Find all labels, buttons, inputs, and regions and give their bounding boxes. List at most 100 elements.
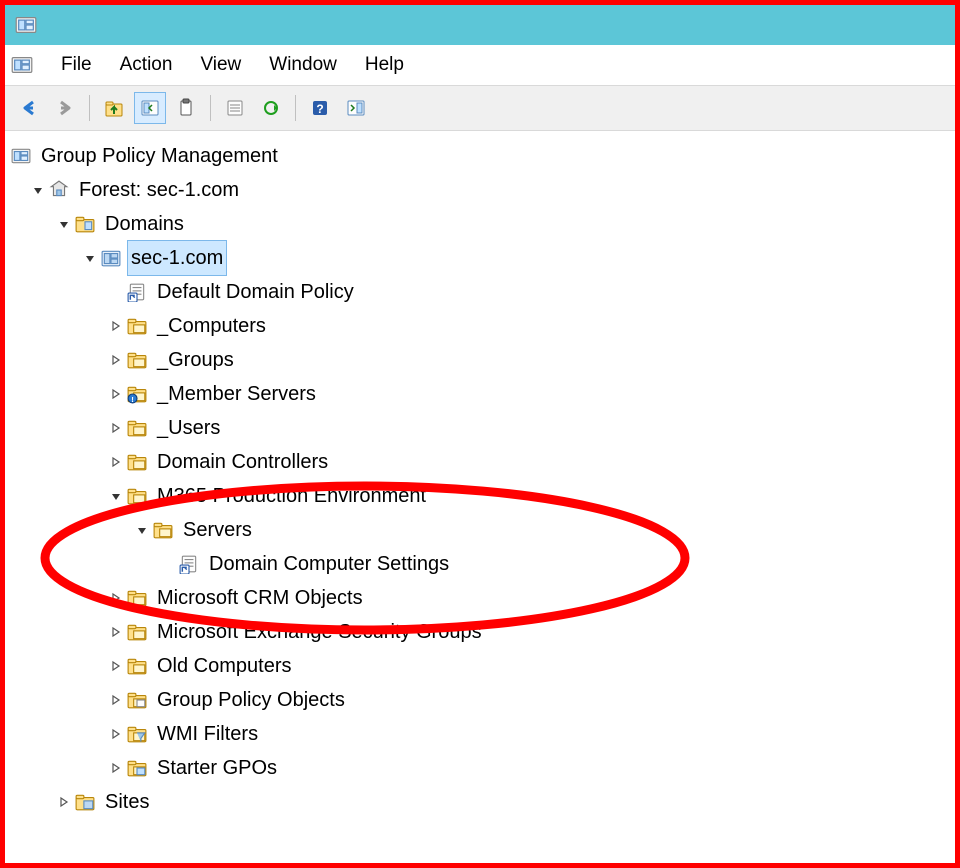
- clipboard-button[interactable]: [170, 92, 202, 124]
- tree-dc-label: Domain Controllers: [153, 444, 332, 480]
- ou-icon: [127, 588, 147, 608]
- chevron-right-icon[interactable]: [107, 419, 125, 437]
- ou-icon: [127, 656, 147, 676]
- app-icon: [15, 14, 37, 36]
- chevron-right-icon[interactable]: [55, 793, 73, 811]
- toolbar: [5, 86, 955, 131]
- ou-alert-icon: [127, 384, 147, 404]
- chevron-down-icon[interactable]: [55, 215, 73, 233]
- tree-ou-domain-controllers[interactable]: Domain Controllers: [11, 445, 949, 479]
- menu-window[interactable]: Window: [255, 48, 351, 82]
- menu-file[interactable]: File: [47, 48, 106, 82]
- domains-icon: [75, 214, 95, 234]
- navigation-tree[interactable]: Group Policy Management Forest: sec-1.co…: [5, 131, 955, 827]
- tree-ou-member-servers[interactable]: _Member Servers: [11, 377, 949, 411]
- chevron-down-icon[interactable]: [107, 487, 125, 505]
- ou-icon: [153, 520, 173, 540]
- tree-ou-exchange[interactable]: Microsoft Exchange Security Groups: [11, 615, 949, 649]
- console-icon: [11, 146, 31, 166]
- menu-bar: File Action View Window Help: [5, 45, 955, 86]
- gpo-link-icon: [127, 282, 147, 302]
- menu-help[interactable]: Help: [351, 48, 418, 82]
- tree-root[interactable]: Group Policy Management: [11, 139, 949, 173]
- chevron-down-icon[interactable]: [81, 249, 99, 267]
- tree-ou-computers[interactable]: _Computers: [11, 309, 949, 343]
- tree-domain-label: sec-1.com: [127, 240, 227, 276]
- tree-forest-label: Forest: sec-1.com: [75, 172, 243, 208]
- tree-m365-label: M365 Production Environment: [153, 478, 430, 514]
- tree-domains-label: Domains: [101, 206, 188, 242]
- tree-group-policy-objects[interactable]: Group Policy Objects: [11, 683, 949, 717]
- ou-icon: [127, 316, 147, 336]
- tree-groups-label: _Groups: [153, 342, 238, 378]
- back-button[interactable]: [13, 92, 45, 124]
- tree-ou-users[interactable]: _Users: [11, 411, 949, 445]
- chevron-right-icon[interactable]: [107, 657, 125, 675]
- tree-wmi-filters[interactable]: WMI Filters: [11, 717, 949, 751]
- chevron-right-icon[interactable]: [107, 725, 125, 743]
- tree-forest[interactable]: Forest: sec-1.com: [11, 173, 949, 207]
- forest-icon: [49, 180, 69, 200]
- window-frame: File Action View Window Help Group Polic…: [0, 0, 960, 868]
- tree-computers-label: _Computers: [153, 308, 270, 344]
- mmc-icon: [11, 54, 33, 76]
- forward-button[interactable]: [49, 92, 81, 124]
- chevron-right-icon[interactable]: [107, 589, 125, 607]
- tree-root-label: Group Policy Management: [37, 138, 282, 174]
- menu-view[interactable]: View: [186, 48, 255, 82]
- tree-domain[interactable]: sec-1.com: [11, 241, 949, 275]
- tree-ou-old-computers[interactable]: Old Computers: [11, 649, 949, 683]
- chevron-right-icon[interactable]: [107, 453, 125, 471]
- tree-ou-crm[interactable]: Microsoft CRM Objects: [11, 581, 949, 615]
- toolbar-separator: [89, 95, 90, 121]
- tree-starter-label: Starter GPOs: [153, 750, 281, 786]
- tree-ou-m365[interactable]: M365 Production Environment: [11, 479, 949, 513]
- chevron-right-icon[interactable]: [107, 385, 125, 403]
- tree-sites[interactable]: Sites: [11, 785, 949, 819]
- show-tree-button[interactable]: [134, 92, 166, 124]
- chevron-right-icon[interactable]: [107, 759, 125, 777]
- tree-wmi-label: WMI Filters: [153, 716, 262, 752]
- tree-gpo-label: Group Policy Objects: [153, 682, 349, 718]
- chevron-down-icon[interactable]: [29, 181, 47, 199]
- tree-users-label: _Users: [153, 410, 224, 446]
- tree-default-domain-policy[interactable]: Default Domain Policy: [11, 275, 949, 309]
- domain-icon: [101, 248, 121, 268]
- chevron-down-icon[interactable]: [133, 521, 151, 539]
- gpo-folder-icon: [127, 690, 147, 710]
- starter-gpo-icon: [127, 758, 147, 778]
- chevron-right-icon[interactable]: [107, 623, 125, 641]
- wmi-icon: [127, 724, 147, 744]
- tree-sites-label: Sites: [101, 784, 153, 820]
- tree-starter-gpos[interactable]: Starter GPOs: [11, 751, 949, 785]
- toolbar-separator: [210, 95, 211, 121]
- tree-ou-groups[interactable]: _Groups: [11, 343, 949, 377]
- toolbar-separator: [295, 95, 296, 121]
- chevron-right-icon[interactable]: [107, 317, 125, 335]
- tree-exch-label: Microsoft Exchange Security Groups: [153, 614, 486, 650]
- ou-icon: [127, 418, 147, 438]
- gpo-link-icon: [179, 554, 199, 574]
- tree-gpo-domain-computer-settings[interactable]: Domain Computer Settings: [11, 547, 949, 581]
- ou-icon: [127, 350, 147, 370]
- chevron-right-icon[interactable]: [107, 691, 125, 709]
- title-bar[interactable]: [5, 5, 955, 45]
- tree-ddp-label: Default Domain Policy: [153, 274, 358, 310]
- tree-ou-servers[interactable]: Servers: [11, 513, 949, 547]
- tree-crm-label: Microsoft CRM Objects: [153, 580, 367, 616]
- refresh-button[interactable]: [255, 92, 287, 124]
- tree-memberservers-label: _Member Servers: [153, 376, 320, 412]
- tree-dcs-label: Domain Computer Settings: [205, 546, 453, 582]
- tree-domains[interactable]: Domains: [11, 207, 949, 241]
- tree-oldcomp-label: Old Computers: [153, 648, 296, 684]
- sites-icon: [75, 792, 95, 812]
- help-button[interactable]: [304, 92, 336, 124]
- menu-action[interactable]: Action: [106, 48, 187, 82]
- ou-icon: [127, 452, 147, 472]
- properties-button[interactable]: [219, 92, 251, 124]
- up-button[interactable]: [98, 92, 130, 124]
- chevron-right-icon[interactable]: [107, 351, 125, 369]
- ou-icon: [127, 622, 147, 642]
- action-pane-button[interactable]: [340, 92, 372, 124]
- ou-icon: [127, 486, 147, 506]
